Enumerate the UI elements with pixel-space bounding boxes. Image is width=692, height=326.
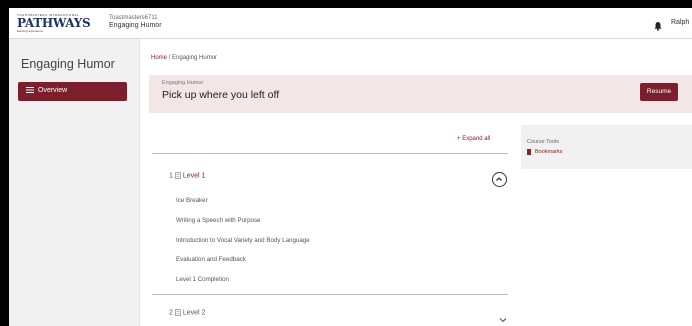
lesson-item[interactable]: Evaluation and Feedback: [176, 256, 246, 263]
bell-icon[interactable]: [653, 18, 663, 31]
pathways-logo[interactable]: TOASTMASTERS INTERNATIONAL PATHWAYS lear…: [17, 13, 91, 33]
breadcrumb: Home / Engaging Humor: [151, 55, 217, 61]
chevron-up-icon[interactable]: [492, 172, 507, 187]
course-tools-panel: Course Tools Bookmarks: [521, 125, 692, 169]
level-icon: [175, 309, 183, 316]
breadcrumb-current: Engaging Humor: [172, 55, 218, 61]
resume-eyebrow: Engaging Humor: [162, 80, 204, 86]
breadcrumb-separator: /: [168, 55, 171, 61]
user-menu[interactable]: Ralph: [671, 19, 689, 26]
app-frame: TOASTMASTERS INTERNATIONAL PATHWAYS lear…: [9, 8, 692, 326]
resume-button[interactable]: Resume: [640, 83, 678, 101]
course-info: Toastmasters6711 Engaging Humor: [109, 15, 162, 30]
resume-heading: Pick up where you left off: [162, 89, 280, 101]
level-number: 1: [169, 172, 173, 180]
divider: [152, 294, 508, 295]
level-1-header[interactable]: 1 Level 1: [169, 172, 205, 179]
level-label: Level 2: [182, 309, 206, 317]
lesson-item[interactable]: Introduction to Vocal Variety and Body L…: [176, 237, 310, 244]
bookmarks-link[interactable]: Bookmarks: [535, 149, 563, 155]
course-title-text: Engaging Humor: [109, 22, 162, 29]
chevron-down-icon[interactable]: [499, 317, 507, 323]
lesson-item[interactable]: Ice Breaker: [176, 197, 208, 204]
resume-banner: Engaging Humor Pick up where you left of…: [149, 75, 692, 113]
level-icon: [175, 172, 183, 179]
expand-all-label: Expand all: [462, 136, 491, 142]
level-2-header[interactable]: 2 Level 2: [169, 309, 205, 316]
level-number: 2: [169, 309, 173, 317]
sidebar-title: Engaging Humor: [21, 57, 115, 71]
logo-brand: PATHWAYS: [17, 16, 91, 30]
top-bar: TOASTMASTERS INTERNATIONAL PATHWAYS lear…: [9, 8, 692, 39]
lesson-item[interactable]: Writing a Speech with Purpose: [176, 217, 261, 224]
list-icon: [26, 86, 34, 97]
sidebar: Engaging Humor Overview: [9, 39, 140, 326]
expand-all-link[interactable]: + Expand all: [457, 136, 490, 142]
bookmark-icon: [527, 149, 531, 155]
course-tools-title: Course Tools: [527, 139, 559, 145]
plus-icon: +: [457, 136, 461, 142]
sidebar-item-overview[interactable]: Overview: [18, 82, 127, 101]
divider: [152, 153, 508, 154]
sidebar-item-label: Overview: [38, 87, 68, 94]
level-label: Level 1: [182, 172, 206, 180]
lesson-item[interactable]: Level 1 Completion: [176, 276, 229, 283]
breadcrumb-home[interactable]: Home: [151, 55, 167, 61]
username-text: Toastmasters6711: [109, 15, 158, 21]
